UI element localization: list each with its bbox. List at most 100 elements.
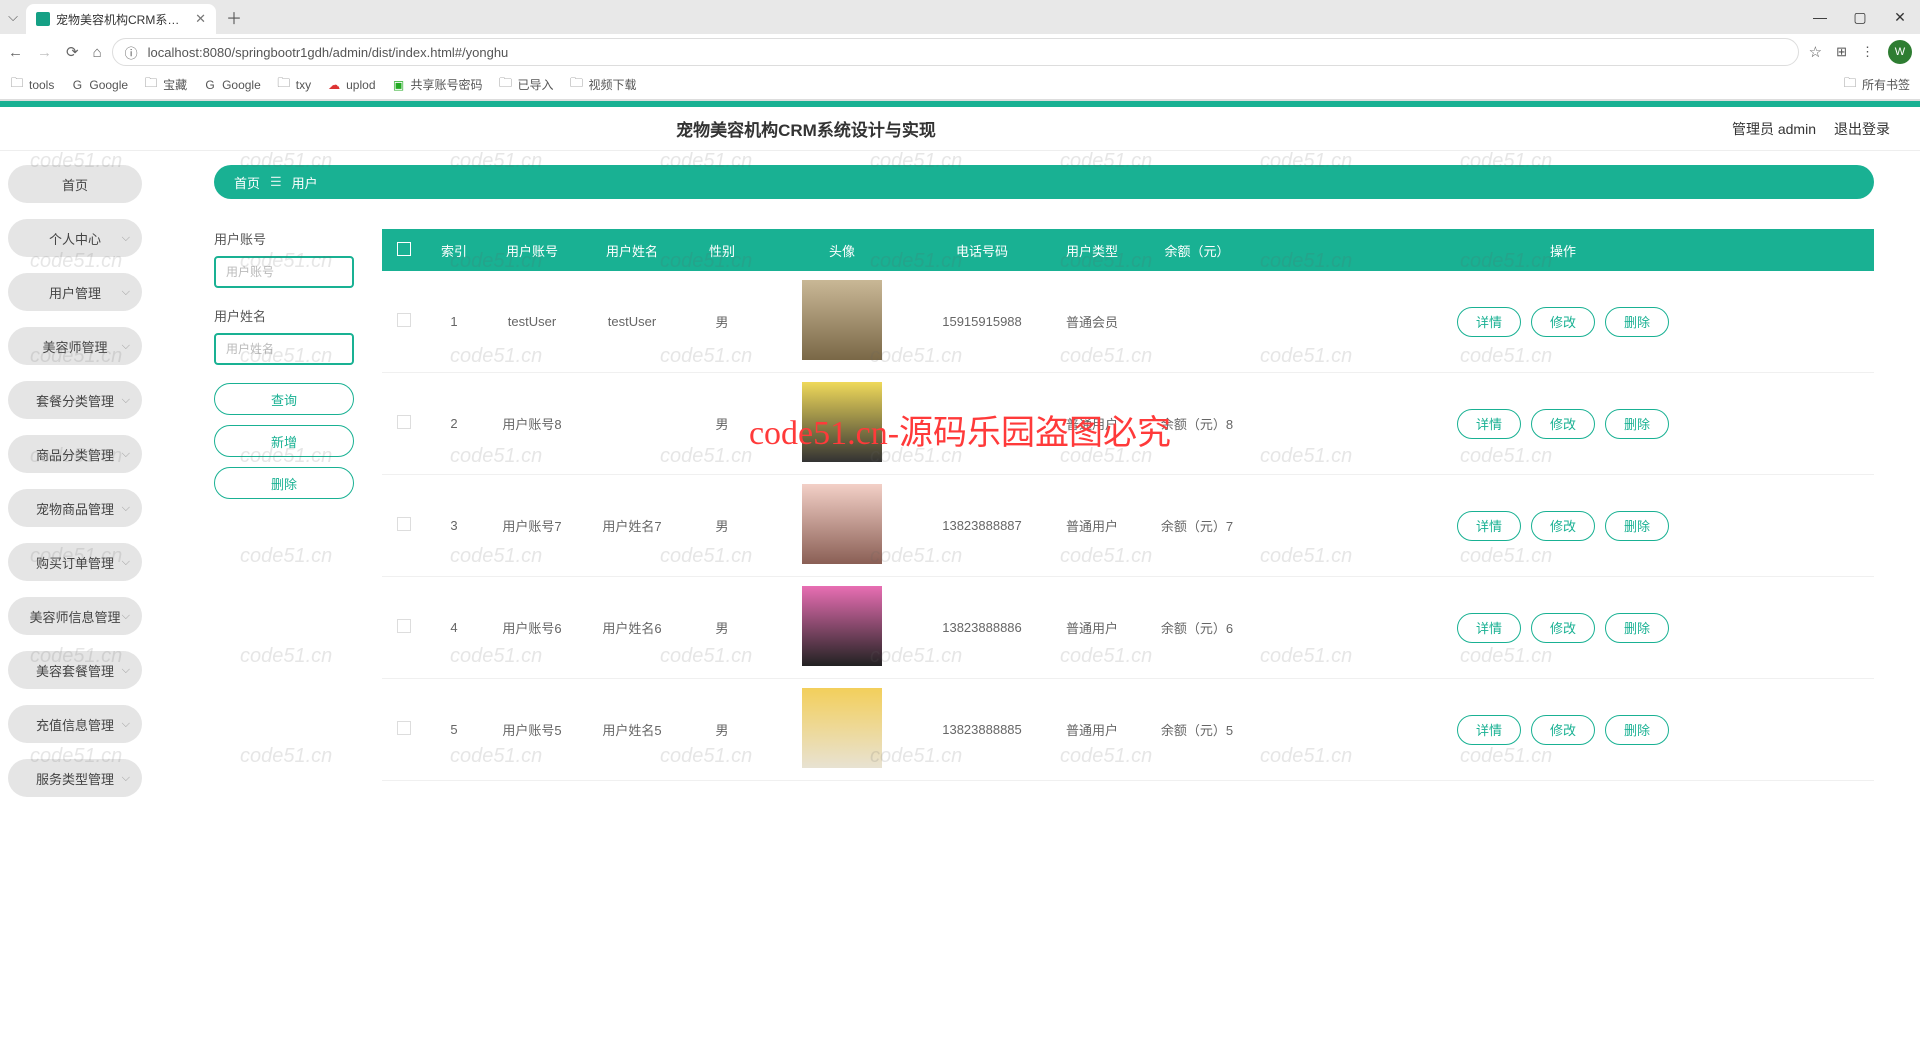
forward-icon[interactable]: → (37, 44, 52, 61)
th-actions: 操作 (1252, 241, 1874, 260)
row-checkbox[interactable] (397, 415, 411, 429)
sidebar-item[interactable]: 商品分类管理⌵ (8, 435, 142, 473)
chevron-down-icon: ⌵ (122, 232, 130, 245)
cell-name: 用户姓名7 (582, 516, 682, 535)
query-button[interactable]: 查询 (214, 383, 354, 415)
breadcrumb-sep-icon: ☰ (270, 174, 282, 190)
all-bookmarks[interactable]: 🗀所有书签 (1843, 76, 1910, 93)
minimize-icon[interactable]: ― (1800, 9, 1840, 26)
sidebar-item[interactable]: 个人中心⌵ (8, 219, 142, 257)
url-input[interactable]: ⓘ localhost:8080/springbootr1gdh/admin/d… (112, 38, 1799, 66)
sidebar-item[interactable]: 美容套餐管理⌵ (8, 651, 142, 689)
sidebar-item[interactable]: 首页 (8, 165, 142, 203)
edit-button[interactable]: 修改 (1531, 409, 1595, 439)
del-button[interactable]: 删除 (1605, 613, 1669, 643)
site-info-icon[interactable]: ⓘ (125, 43, 138, 62)
del-button[interactable]: 删除 (1605, 715, 1669, 745)
row-checkbox[interactable] (397, 619, 411, 633)
browser-tab[interactable]: 宠物美容机构CRM系统设计与 ✕ (26, 4, 216, 34)
detail-button[interactable]: 详情 (1457, 409, 1521, 439)
app-header: 宠物美容机构CRM系统设计与实现 管理员 admin 退出登录 (0, 107, 1920, 151)
table-row: 4 用户账号6 用户姓名6 男 13823888886 普通用户 余额（元）6 … (382, 577, 1874, 679)
menu-icon[interactable]: ⋮ (1861, 44, 1874, 60)
select-all-checkbox[interactable] (397, 242, 411, 256)
sidebar-item[interactable]: 美容师管理⌵ (8, 327, 142, 365)
sidebar-item-label: 用户管理 (49, 283, 101, 302)
row-checkbox[interactable] (397, 517, 411, 531)
sidebar-item[interactable]: 服务类型管理⌵ (8, 759, 142, 797)
bookmark-item[interactable]: 🗀已导入 (499, 76, 554, 93)
th-gender: 性别 (682, 241, 762, 260)
name-input[interactable] (214, 333, 354, 365)
row-checkbox[interactable] (397, 313, 411, 327)
profile-avatar[interactable]: W (1888, 40, 1912, 64)
del-button[interactable]: 删除 (1605, 511, 1669, 541)
edit-button[interactable]: 修改 (1531, 715, 1595, 745)
row-checkbox[interactable] (397, 721, 411, 735)
del-button[interactable]: 删除 (1605, 307, 1669, 337)
user-table: 索引 用户账号 用户姓名 性别 头像 电话号码 用户类型 余额（元） 操作 1 … (382, 229, 1874, 781)
bookmark-item[interactable]: GGoogle (203, 78, 261, 92)
maximize-icon[interactable]: ▢ (1840, 9, 1880, 26)
detail-button[interactable]: 详情 (1457, 613, 1521, 643)
cell-index: 5 (426, 722, 482, 737)
bookmark-item[interactable]: 🗀txy (277, 78, 311, 92)
admin-label[interactable]: 管理员 admin (1732, 119, 1816, 139)
cell-index: 2 (426, 416, 482, 431)
close-window-icon[interactable]: ✕ (1880, 9, 1920, 26)
bookmark-item[interactable]: 🗀tools (10, 78, 54, 92)
account-input[interactable] (214, 256, 354, 288)
delete-button[interactable]: 删除 (214, 467, 354, 499)
edit-button[interactable]: 修改 (1531, 613, 1595, 643)
avatar-image (802, 382, 882, 462)
cell-account: 用户账号8 (482, 414, 582, 433)
cell-balance: 余额（元）8 (1142, 414, 1252, 433)
avatar-image (802, 586, 882, 666)
folder-icon: 🗀 (1843, 78, 1857, 92)
logout-link[interactable]: 退出登录 (1834, 119, 1890, 139)
avatar-image (802, 484, 882, 564)
cell-name: 用户姓名6 (582, 618, 682, 637)
home-icon[interactable]: ⌂ (93, 44, 102, 61)
del-button[interactable]: 删除 (1605, 409, 1669, 439)
bookmark-item[interactable]: 🗀宝藏 (144, 76, 187, 93)
bookmark-item[interactable]: ▣共享账号密码 (392, 76, 483, 93)
edit-button[interactable]: 修改 (1531, 307, 1595, 337)
bookmark-item[interactable]: GGoogle (70, 78, 128, 92)
detail-button[interactable]: 详情 (1457, 715, 1521, 745)
bookmark-item[interactable]: ☁uplod (327, 78, 375, 92)
cell-account: 用户账号5 (482, 720, 582, 739)
browser-chrome: ⌵ 宠物美容机构CRM系统设计与 ✕ ＋ ― ▢ ✕ ← → ⟳ ⌂ ⓘ loc… (0, 0, 1920, 101)
cell-balance: 余额（元）6 (1142, 618, 1252, 637)
bookmark-item[interactable]: 🗀视频下载 (570, 76, 637, 93)
cell-account: testUser (482, 314, 582, 329)
chevron-down-icon: ⌵ (122, 448, 130, 461)
cell-account: 用户账号6 (482, 618, 582, 637)
th-account: 用户账号 (482, 241, 582, 260)
sidebar-item[interactable]: 用户管理⌵ (8, 273, 142, 311)
new-tab-button[interactable]: ＋ (216, 5, 252, 29)
edit-button[interactable]: 修改 (1531, 511, 1595, 541)
reload-icon[interactable]: ⟳ (66, 43, 79, 61)
page-title: 宠物美容机构CRM系统设计与实现 (0, 116, 1732, 141)
tab-dropdown-icon[interactable]: ⌵ (0, 9, 26, 25)
sidebar-item[interactable]: 宠物商品管理⌵ (8, 489, 142, 527)
close-icon[interactable]: ✕ (195, 11, 206, 27)
sidebar-item[interactable]: 美容师信息管理⌵ (8, 597, 142, 635)
cell-type: 普通用户 (1042, 414, 1142, 433)
sidebar-item[interactable]: 套餐分类管理⌵ (8, 381, 142, 419)
th-index: 索引 (426, 241, 482, 260)
chevron-down-icon: ⌵ (122, 772, 130, 785)
detail-button[interactable]: 详情 (1457, 511, 1521, 541)
back-icon[interactable]: ← (8, 44, 23, 61)
sidebar-item[interactable]: 购买订单管理⌵ (8, 543, 142, 581)
th-name: 用户姓名 (582, 241, 682, 260)
extensions-icon[interactable]: ⊞ (1836, 44, 1847, 60)
bookmark-star-icon[interactable]: ☆ (1809, 43, 1822, 61)
main-content: 首页 ☰ 用户 用户账号 用户姓名 查询 新增 删除 索引 用户账号 用户姓名 (150, 151, 1920, 1039)
add-button[interactable]: 新增 (214, 425, 354, 457)
breadcrumb-home[interactable]: 首页 (234, 173, 260, 192)
sidebar-item[interactable]: 充值信息管理⌵ (8, 705, 142, 743)
cell-account: 用户账号7 (482, 516, 582, 535)
detail-button[interactable]: 详情 (1457, 307, 1521, 337)
